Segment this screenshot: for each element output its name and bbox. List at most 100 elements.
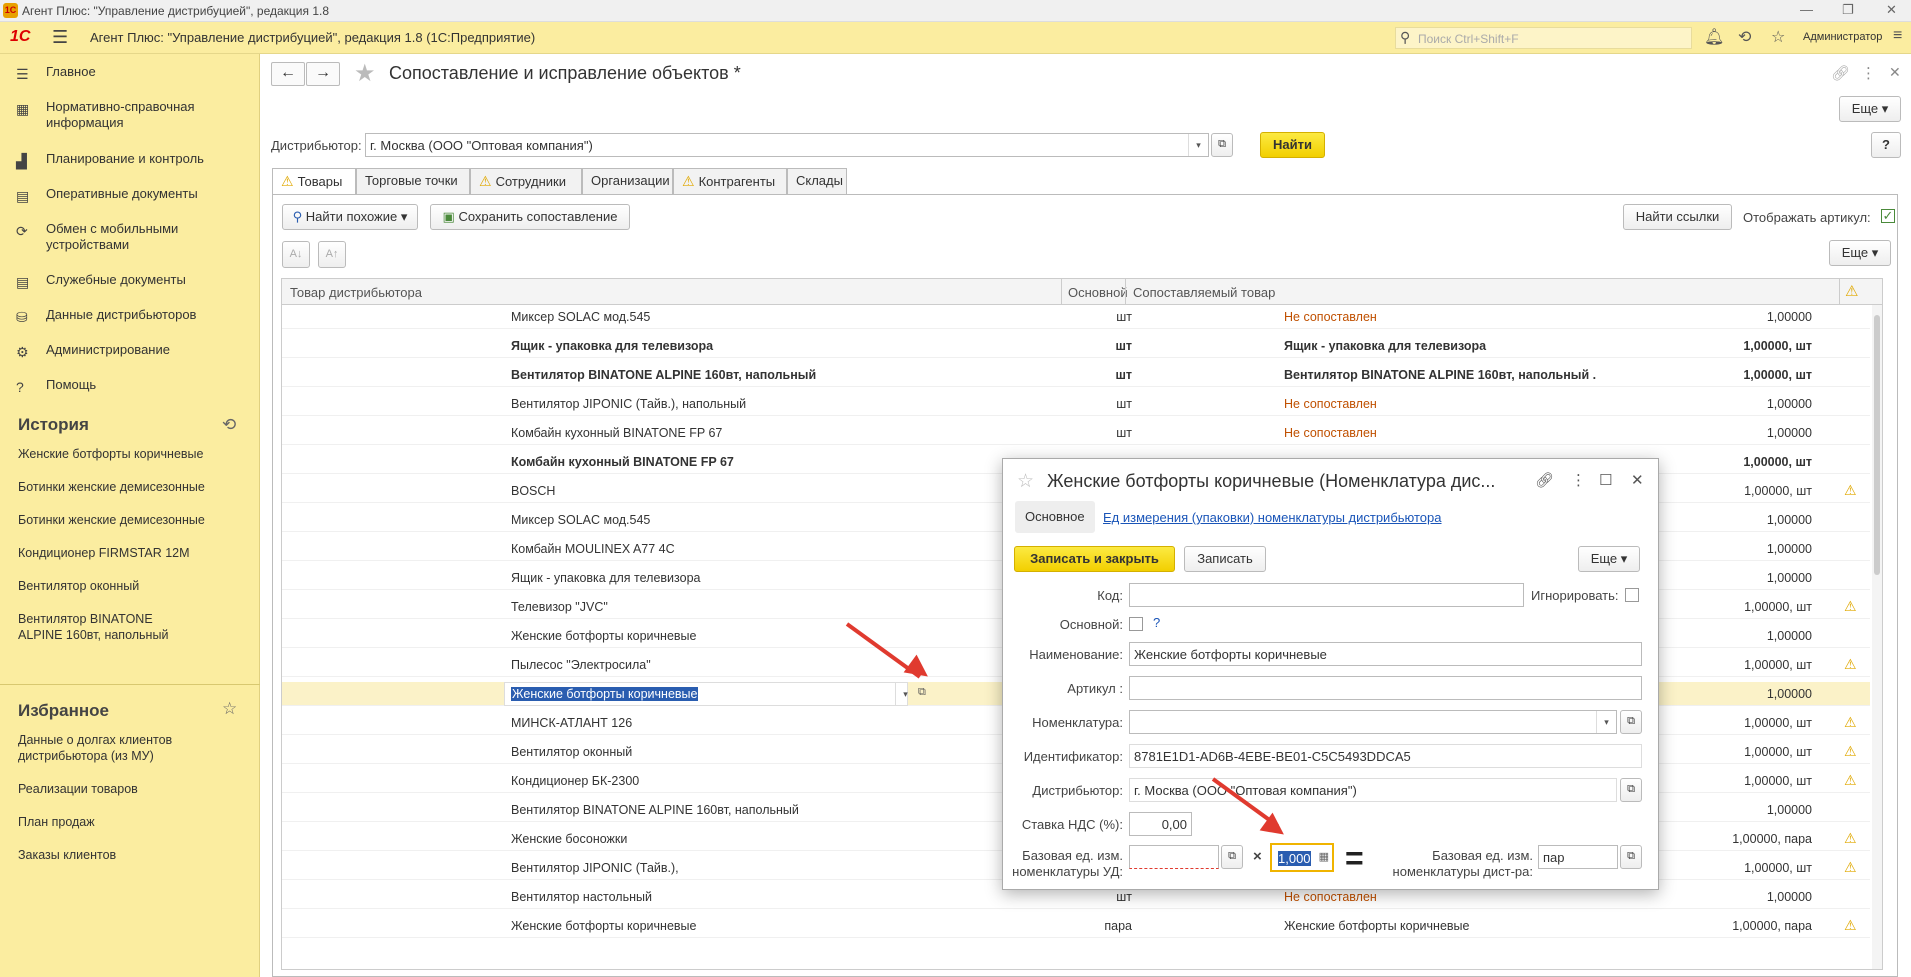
coefficient-input[interactable]: 1,000 ▦ [1270, 843, 1334, 872]
save-mapping-button[interactable]: ▣ Сохранить сопоставление [430, 204, 630, 230]
history-item[interactable]: Вентилятор оконный [18, 578, 248, 594]
maximize-icon[interactable]: ☐ [1599, 471, 1612, 489]
favorite-item[interactable]: Данные о долгах клиентов дистрибьютора (… [18, 732, 208, 764]
vat-label: Ставка НДС (%): [1021, 817, 1123, 832]
table-row[interactable]: Женские ботфорты коричневые пара Женские б… [282, 914, 1870, 938]
history-item[interactable]: Вентилятор BINATONE ALPINE 160вт, наполь… [18, 611, 198, 643]
distributor-product-name: BOSCH [511, 484, 556, 498]
star-icon[interactable]: ☆ [222, 699, 237, 719]
tab-counterparties[interactable]: ⚠ Контрагенты [673, 168, 787, 194]
open-nomenclature-button[interactable]: ⧉ [1620, 710, 1642, 734]
restore-icon[interactable]: ❐ [1842, 2, 1854, 18]
minimize-icon[interactable]: — [1800, 2, 1813, 17]
matched-product-cell: Женские ботфорты коричневые [1284, 919, 1470, 933]
more-button-grid[interactable]: Еще ▾ [1829, 240, 1891, 266]
matched-product-cell: Не сопоставлен [1284, 426, 1377, 440]
selected-cell-editor[interactable]: Женские ботфорты коричневые ▾ [504, 682, 908, 706]
save-and-close-button[interactable]: Записать и закрыть [1014, 546, 1175, 572]
tab-organizations[interactable]: Организации [582, 168, 673, 194]
quantity-cell: 1,00000 [1766, 542, 1812, 556]
favorite-item[interactable]: Заказы клиентов [18, 847, 248, 863]
table-row[interactable]: Миксер SOLAC мод.545 шт Не сопоставлен 1,00… [282, 305, 1870, 329]
column-header[interactable]: Товар дистрибьютора [290, 285, 422, 300]
base-unit-ud-input[interactable] [1129, 845, 1219, 869]
favorite-item[interactable]: План продаж [18, 814, 248, 830]
global-search-input[interactable]: ⚲ Поиск Ctrl+Shift+F [1395, 27, 1692, 49]
chevron-down-icon[interactable]: ▾ [895, 683, 915, 705]
settings-menu-icon[interactable]: ≡ [1893, 27, 1902, 45]
help-button[interactable]: ? [1871, 132, 1901, 158]
form-title: Сопоставление и исправление объектов * [389, 63, 741, 83]
back-button[interactable]: ← [271, 62, 305, 86]
sort-asc-button[interactable]: A↓ [282, 241, 310, 268]
history-item[interactable]: Ботинки женские демисезонные [18, 479, 248, 495]
scrollbar-thumb[interactable] [1874, 315, 1880, 575]
ignore-checkbox[interactable] [1625, 588, 1639, 602]
dialog-more-button[interactable]: Еще ▾ [1578, 546, 1640, 572]
tab-employees[interactable]: ⚠ Сотрудники [470, 168, 582, 194]
open-distributor-button[interactable]: ⧉ [1211, 133, 1233, 157]
table-icon: ▦ [16, 101, 30, 117]
more-vertical-icon[interactable]: ⋮ [1861, 64, 1876, 82]
close-form-icon[interactable]: ✕ [1889, 64, 1901, 81]
history-item[interactable]: Женские ботфорты коричневые [18, 446, 248, 462]
find-button[interactable]: Найти [1260, 132, 1325, 158]
vat-input[interactable]: 0,00 [1129, 812, 1192, 836]
bell-icon[interactable]: 🔔︎ [1704, 27, 1724, 47]
column-header[interactable]: Сопоставляемый товар [1133, 285, 1275, 300]
identifier-field[interactable]: 8781E1D1-AD6B-4EBE-BE01-C5C5493DDCA5 [1129, 744, 1642, 768]
table-row[interactable]: Комбайн кухонный BINATONE FP 67 шт Не сопо… [282, 421, 1870, 445]
article-input[interactable] [1129, 676, 1642, 700]
warning-icon: ⚠ [1845, 283, 1859, 300]
history-icon[interactable]: ⟲ [1738, 27, 1751, 47]
history-icon[interactable]: ⟲ [222, 415, 236, 435]
tab-warehouses[interactable]: Склады [787, 168, 847, 194]
tab-outlets[interactable]: Торговые точки [356, 168, 470, 194]
forward-button[interactable]: → [306, 62, 340, 86]
name-input[interactable]: Женские ботфорты коричневые [1129, 642, 1642, 666]
history-item[interactable]: Ботинки женские демисезонные [18, 512, 248, 528]
history-item[interactable]: Кондиционер FIRMSTAR 12M [18, 545, 248, 561]
close-icon[interactable]: ✕ [1631, 471, 1644, 489]
matched-product-cell: Ящик - упаковка для телевизора [1284, 339, 1487, 353]
star-icon[interactable]: ☆ [1771, 27, 1785, 47]
calculator-icon[interactable]: ▦ [1319, 850, 1329, 863]
show-article-checkbox[interactable]: ✓ [1881, 209, 1895, 223]
favorite-star-icon[interactable]: ☆ [1017, 470, 1034, 493]
main-checkbox[interactable] [1129, 617, 1143, 631]
table-row[interactable]: Вентилятор BINATONE ALPINE 160вт, наполь… [282, 363, 1870, 387]
unit-cell: шт [1116, 397, 1132, 411]
code-input[interactable] [1129, 583, 1524, 607]
favorite-item[interactable]: Реализации товаров [18, 781, 248, 797]
more-vertical-icon[interactable]: ⋮ [1571, 471, 1586, 489]
distributor-field[interactable]: г. Москва (ООО "Оптовая компания") [1129, 778, 1617, 802]
sort-desc-button[interactable]: A↑ [318, 241, 346, 268]
more-button[interactable]: Еще ▾ [1839, 96, 1901, 122]
close-icon[interactable]: ✕ [1886, 2, 1897, 18]
dialog-tab-units-link[interactable]: Ед измерения (упаковки) номенклатуры дис… [1103, 510, 1442, 525]
hamburger-menu-icon[interactable]: ☰ [52, 27, 68, 48]
distributor-field[interactable]: г. Москва (ООО "Оптовая компания") ▾ [365, 133, 1209, 157]
user-name[interactable]: Администратор [1803, 31, 1882, 43]
tab-goods[interactable]: ⚠ Товары [272, 168, 356, 195]
find-links-button[interactable]: Найти ссылки [1623, 204, 1732, 230]
dialog-tab-main[interactable]: Основное [1015, 501, 1095, 533]
main-help-link[interactable]: ? [1153, 615, 1160, 630]
link-icon[interactable]: 🔗︎ [1831, 64, 1850, 82]
chevron-down-icon[interactable]: ▾ [1188, 134, 1208, 156]
chevron-down-icon[interactable]: ▾ [1596, 711, 1616, 733]
base-unit-distr-input[interactable]: пар [1538, 845, 1618, 869]
table-row[interactable]: Вентилятор JIPONIC (Тайв.), напольный шт Н… [282, 392, 1870, 416]
open-base-unit-distr-button[interactable]: ⧉ [1620, 845, 1642, 869]
column-header[interactable]: Основной [1068, 285, 1128, 300]
open-distributor-button[interactable]: ⧉ [1620, 778, 1642, 802]
link-icon[interactable]: 🔗︎ [1535, 471, 1554, 489]
open-base-unit-ud-button[interactable]: ⧉ [1221, 845, 1243, 869]
find-similar-button[interactable]: ⚲ Найти похожие ▾ [282, 204, 418, 230]
save-button[interactable]: Записать [1184, 546, 1266, 572]
open-item-icon[interactable]: ⧉ [918, 686, 926, 699]
table-row[interactable]: Ящик - упаковка для телевизора шт Ящик - у… [282, 334, 1870, 358]
table-scrollbar[interactable] [1872, 305, 1882, 969]
nomenclature-field[interactable]: ▾ [1129, 710, 1617, 734]
favorite-star-icon[interactable]: ★ [354, 59, 376, 88]
